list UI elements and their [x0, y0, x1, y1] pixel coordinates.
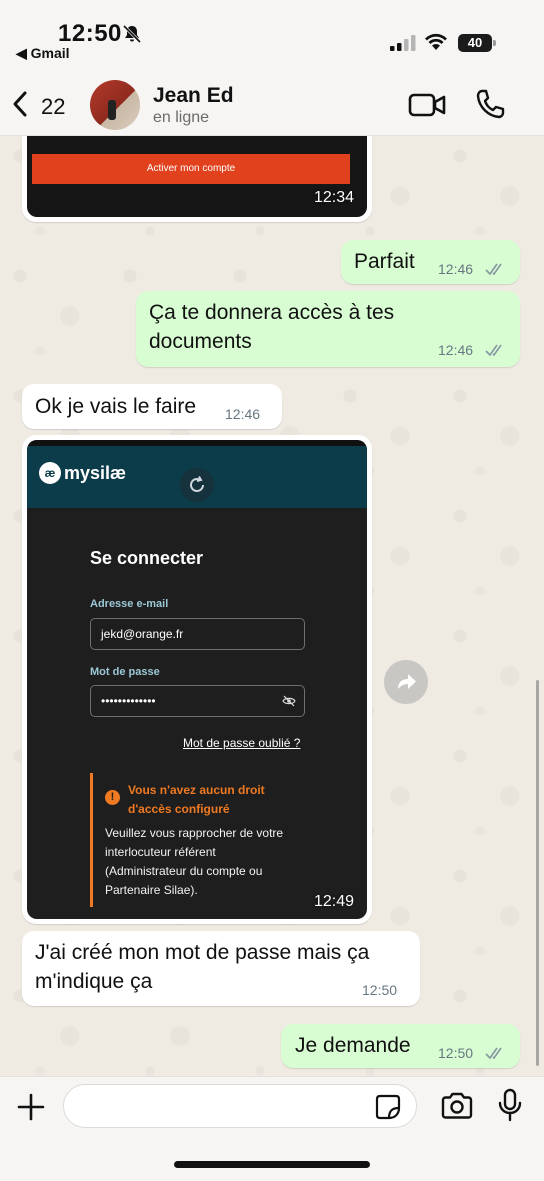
message-text: Ok je vais le faire — [35, 395, 197, 418]
refresh-icon — [180, 468, 214, 502]
battery-level: 40 — [458, 34, 492, 52]
incoming-message[interactable]: Ok je vais le faire 12:46 — [22, 384, 282, 429]
chat-header: 22 Jean Ed en ligne — [0, 70, 544, 136]
forward-arrow-icon[interactable] — [384, 660, 428, 704]
forgot-password-link: Mot de passe oublié ? — [183, 736, 301, 750]
outgoing-message[interactable]: Je demande 12:50 — [281, 1024, 520, 1068]
signal-icon — [390, 35, 416, 51]
phone-icon[interactable] — [474, 88, 506, 120]
battery-indicator: 40 — [458, 34, 496, 52]
status-time: 12:50 — [58, 20, 122, 47]
plus-icon[interactable] — [16, 1092, 46, 1122]
password-value: ••••••••••••• — [101, 694, 156, 708]
incoming-message[interactable]: J'ai créé mon mot de passe mais ça m'ind… — [22, 931, 420, 1006]
eye-slash-icon — [282, 695, 296, 707]
image-thumbnail[interactable]: Activer mon compte 12:34 — [27, 136, 367, 217]
message-text-line-2: documents — [149, 330, 252, 353]
chevron-left-icon[interactable] — [10, 90, 30, 118]
password-field: ••••••••••••• — [90, 685, 305, 717]
message-time: 12:50 — [438, 1045, 474, 1061]
mysilae-topbar: æ mysilæ — [27, 440, 367, 508]
email-field: jekd@orange.fr — [90, 618, 305, 650]
email-label: Adresse e-mail — [90, 598, 169, 610]
double-check-icon — [485, 263, 502, 276]
double-check-icon — [485, 344, 502, 357]
outgoing-message[interactable]: Parfait 12:46 — [341, 240, 520, 284]
incoming-image-message[interactable]: Activer mon compte 12:34 — [22, 136, 372, 222]
login-title: Se connecter — [90, 548, 204, 568]
message-input[interactable] — [63, 1084, 417, 1128]
message-time: 12:49 — [314, 893, 355, 910]
activate-account-button-image: Activer mon compte — [32, 154, 350, 184]
message-time: 12:50 — [362, 982, 398, 998]
mysilae-logo: æ mysilæ — [39, 462, 129, 488]
chat-scrollbar[interactable] — [536, 680, 539, 1066]
status-bar: 12:50 ◀ Gmail 40 — [0, 0, 544, 70]
message-time: 12:46 — [438, 342, 474, 358]
battery-tip — [493, 40, 496, 46]
sticker-icon[interactable] — [374, 1093, 402, 1121]
message-text: Parfait — [354, 250, 415, 273]
logo-text: mysilæ — [64, 463, 127, 483]
logo-mark: æ — [39, 462, 61, 484]
outgoing-message[interactable]: Ça te donnera accès à tes documents 12:4… — [136, 291, 520, 367]
message-time: 12:46 — [438, 261, 474, 277]
camera-icon[interactable] — [440, 1091, 474, 1121]
back-to-gmail-link[interactable]: ◀ Gmail — [16, 45, 70, 62]
unread-count[interactable]: 22 — [41, 94, 65, 120]
contact-name[interactable]: Jean Ed — [153, 84, 234, 108]
message-text: Je demande — [295, 1034, 411, 1057]
message-text-line-2: m'indique ça — [35, 970, 153, 993]
message-time: 12:34 — [314, 189, 355, 206]
image-thumbnail[interactable]: æ mysilæ Se connecter Adresse e-mail jek… — [27, 440, 367, 919]
incoming-image-message[interactable]: æ mysilæ Se connecter Adresse e-mail jek… — [22, 435, 372, 924]
access-alert: ! Vous n'avez aucun droit d'accès config… — [90, 773, 300, 907]
alert-title: Vous n'avez aucun droit d'accès configur… — [128, 783, 265, 816]
warning-icon: ! — [105, 790, 120, 805]
home-indicator[interactable] — [174, 1161, 370, 1168]
microphone-icon[interactable] — [497, 1088, 523, 1122]
message-text-line-1: J'ai créé mon mot de passe mais ça — [35, 941, 370, 964]
double-check-icon — [485, 1047, 502, 1060]
password-label: Mot de passe — [90, 666, 160, 678]
message-time: 12:46 — [225, 406, 261, 422]
avatar[interactable] — [90, 80, 140, 130]
wifi-icon — [425, 33, 447, 50]
alert-body: Veuillez vous rapprocher de votre interl… — [105, 826, 284, 897]
bell-slash-icon — [122, 24, 142, 44]
message-text-line-1: Ça te donnera accès à tes — [149, 301, 395, 324]
video-camera-icon[interactable] — [408, 92, 446, 118]
contact-status: en ligne — [153, 109, 210, 126]
